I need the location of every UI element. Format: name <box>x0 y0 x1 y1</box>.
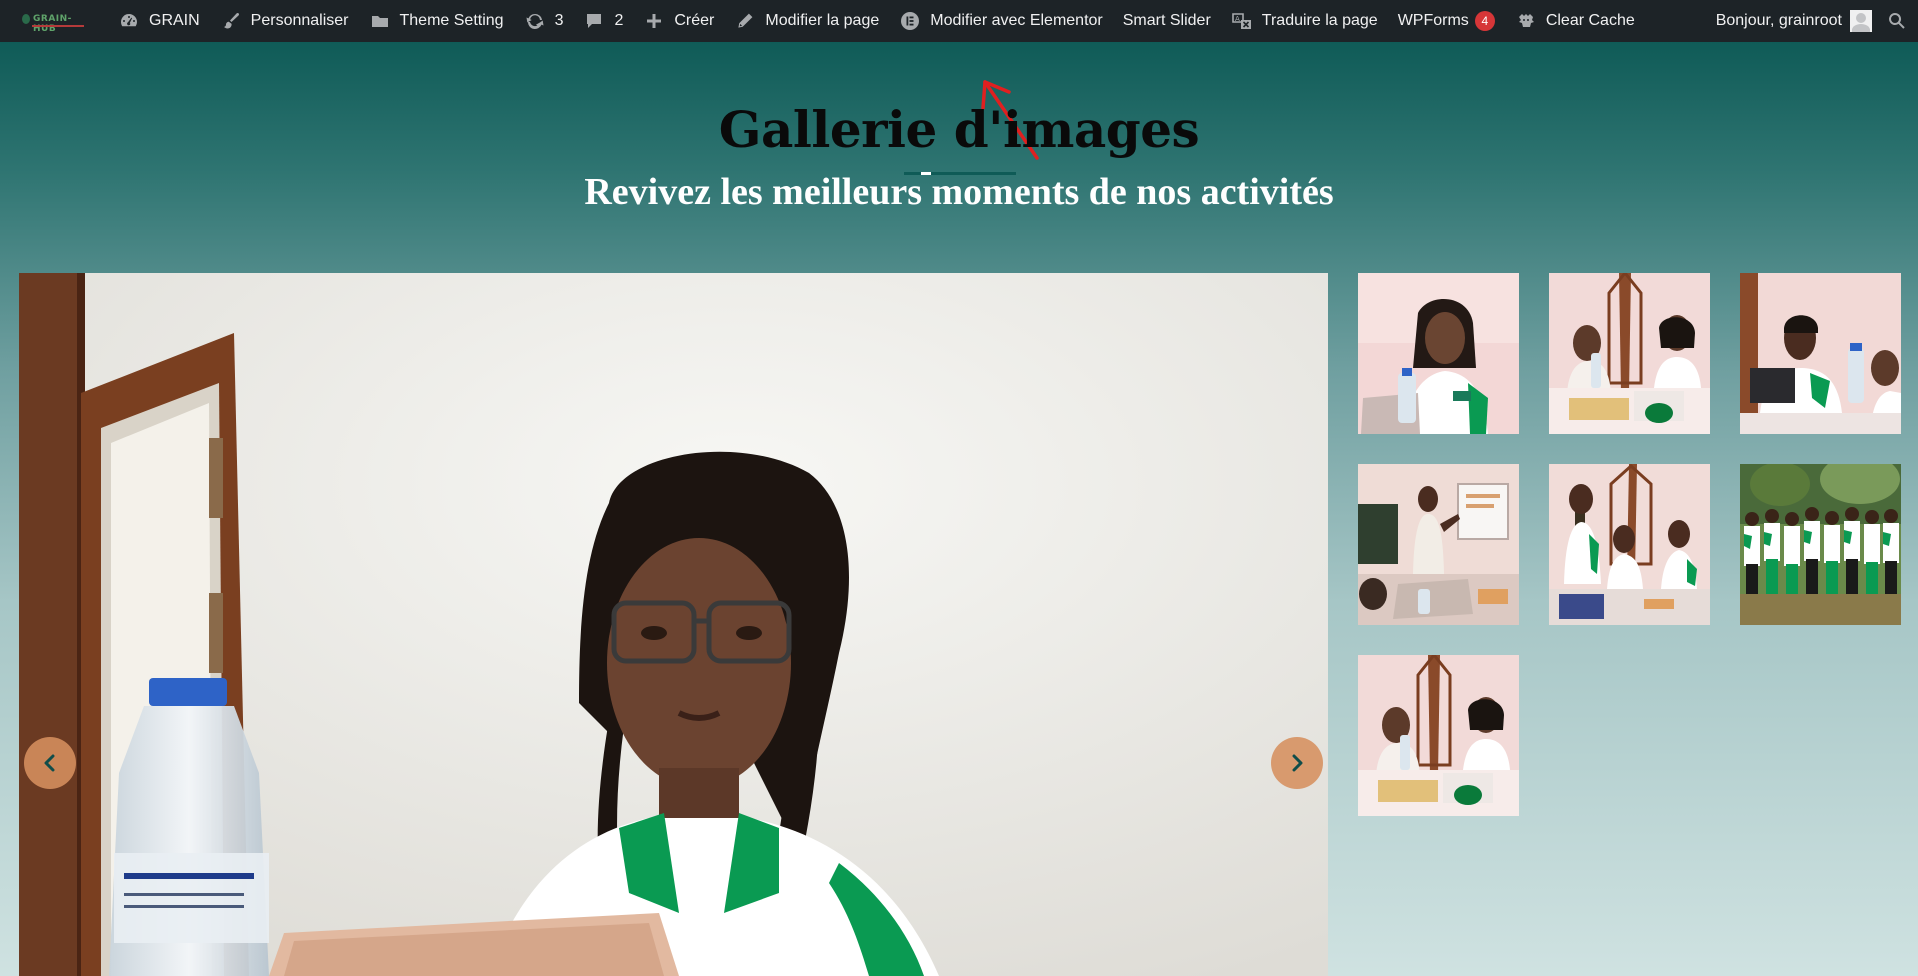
edit-page-menu[interactable]: Modifier la page <box>724 0 889 42</box>
folder-icon <box>369 10 391 32</box>
admin-search-button[interactable] <box>1876 0 1918 42</box>
gallery-subtitle: Revivez les meilleurs moments de nos act… <box>584 171 1334 213</box>
dashboard-icon <box>118 10 140 32</box>
comments-menu[interactable]: 2 <box>573 0 633 42</box>
elementor-label: Modifier avec Elementor <box>930 12 1103 29</box>
slider-prev-button[interactable] <box>24 737 76 789</box>
site-name-menu[interactable]: GRAIN <box>108 0 210 42</box>
pencil-icon <box>734 10 756 32</box>
chevron-left-icon <box>44 754 55 772</box>
customize-label: Personnaliser <box>250 12 349 29</box>
gallery-thumbnail-7[interactable] <box>1358 655 1519 816</box>
gallery-title: Gallerie d'images <box>718 100 1200 159</box>
translate-icon: A <box>1231 10 1253 32</box>
gallery-thumbnail-1[interactable] <box>1358 273 1519 434</box>
new-content-label: Créer <box>674 12 715 29</box>
slider-next-button[interactable] <box>1271 737 1323 789</box>
theme-setting-menu[interactable]: Theme Setting <box>359 0 514 42</box>
main-slide-image[interactable] <box>19 273 1328 976</box>
updates-icon <box>524 10 546 32</box>
customize-menu[interactable]: Personnaliser <box>210 0 359 42</box>
gallery-thumbnail-3[interactable] <box>1740 273 1901 434</box>
elementor-icon <box>899 10 921 32</box>
svg-text:A: A <box>1235 15 1240 23</box>
brush-icon <box>220 10 242 32</box>
greeting-label: Bonjour, grainroot <box>1715 12 1842 29</box>
comment-icon <box>583 10 605 32</box>
updates-menu[interactable]: 3 <box>514 0 574 42</box>
chevron-right-icon <box>1292 754 1303 772</box>
translate-menu[interactable]: A Traduire la page <box>1221 0 1388 42</box>
wpforms-label: WPForms <box>1397 12 1469 29</box>
smart-slider-menu[interactable]: Smart Slider <box>1113 0 1221 42</box>
clear-cache-menu[interactable]: Clear Cache <box>1505 0 1645 42</box>
my-account-menu[interactable]: Bonjour, grainroot <box>1706 0 1876 42</box>
cache-icon <box>1515 10 1537 32</box>
wpforms-count-badge: 4 <box>1474 11 1495 31</box>
updates-count: 3 <box>554 12 564 29</box>
translate-label: Traduire la page <box>1261 12 1378 29</box>
gallery-thumbnail-6[interactable] <box>1740 464 1901 625</box>
gallery-section: Gallerie d'images Revivez les meilleurs … <box>0 42 1918 976</box>
gallery-thumbnail-4[interactable] <box>1358 464 1519 625</box>
plus-icon <box>643 10 665 32</box>
edit-page-label: Modifier la page <box>765 12 880 29</box>
wpforms-menu[interactable]: WPForms 4 <box>1388 0 1505 42</box>
gallery-thumbnail-5[interactable] <box>1549 464 1710 625</box>
gallery-thumbnail-2[interactable] <box>1549 273 1710 434</box>
new-content-menu[interactable]: Créer <box>633 0 724 42</box>
wp-admin-bar: GRAIN-HUB GRAIN Personnaliser Theme Sett… <box>0 0 1918 42</box>
comments-count: 2 <box>614 12 624 29</box>
search-icon <box>1889 12 1905 29</box>
smart-slider-label: Smart Slider <box>1122 12 1211 29</box>
theme-setting-label: Theme Setting <box>399 12 504 29</box>
site-name-label: GRAIN <box>149 12 200 29</box>
elementor-menu[interactable]: Modifier avec Elementor <box>889 0 1113 42</box>
site-logo[interactable]: GRAIN-HUB <box>22 11 94 34</box>
avatar <box>1850 10 1872 32</box>
logo-text: GRAIN-HUB <box>33 14 72 34</box>
clear-cache-label: Clear Cache <box>1545 12 1635 29</box>
